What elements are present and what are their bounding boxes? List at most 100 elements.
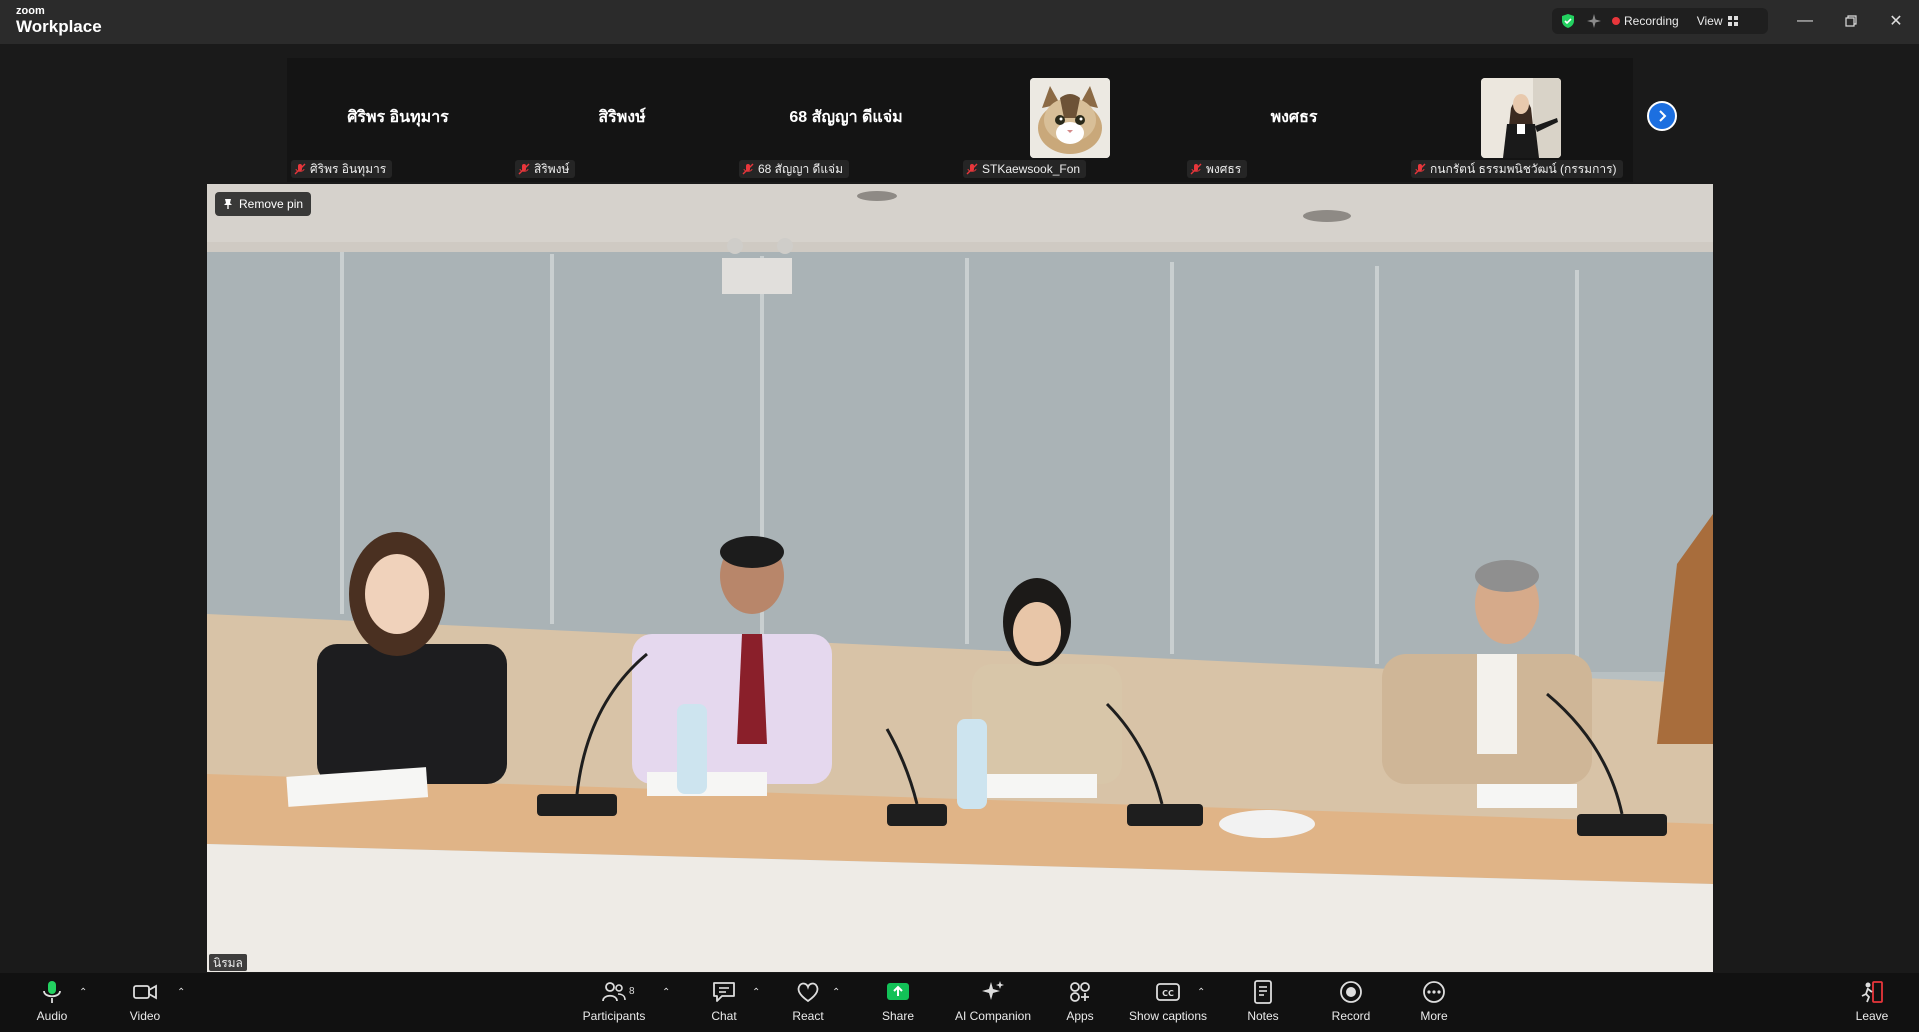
- remove-pin-button[interactable]: Remove pin: [215, 192, 312, 216]
- participant-label-text: 68 สัญญา ดีแจ่ม: [758, 161, 843, 176]
- chevron-right-icon: [1659, 110, 1667, 122]
- svg-text:CC: CC: [1162, 989, 1174, 998]
- audio-label: Audio: [36, 1009, 68, 1023]
- participant-avatar-photo: [1481, 78, 1561, 158]
- chat-icon: [713, 982, 735, 1002]
- zoom-logo: zoom Workplace: [16, 5, 102, 36]
- remove-pin-label: Remove pin: [239, 197, 304, 211]
- participant-label: STKaewsook_Fon: [963, 160, 1087, 178]
- participant-center-name: 68 สัญญา ดีแจ่ม: [789, 109, 903, 126]
- participant-tile[interactable]: 68 สัญญา ดีแจ่ม 68 สัญญา ดีแจ่ม: [735, 58, 957, 182]
- audio-options-caret-icon[interactable]: ⌃: [79, 987, 87, 998]
- participant-label: สิริพงษ์: [515, 160, 576, 178]
- react-options-caret-icon[interactable]: ⌃: [832, 987, 840, 998]
- participant-label-text: สิริพงษ์: [534, 161, 570, 176]
- participant-label-text: ศิริพร อินทุมาร: [310, 161, 387, 176]
- apps-icon: [1070, 982, 1090, 1002]
- captions-icon: CC: [1156, 983, 1180, 1001]
- ai-companion-button[interactable]: AI Companion: [953, 979, 1033, 1029]
- react-label: React: [792, 1009, 824, 1023]
- brand-small: zoom: [16, 5, 45, 17]
- notes-button[interactable]: Notes: [1246, 979, 1280, 1029]
- participant-label-text: พงศธร: [1206, 161, 1242, 176]
- next-page-button[interactable]: [1647, 101, 1677, 131]
- video-options-caret-icon[interactable]: ⌃: [177, 987, 185, 998]
- mic-muted-icon: [966, 163, 978, 175]
- apps-label: Apps: [1066, 1009, 1094, 1023]
- record-label: Record: [1331, 1009, 1371, 1023]
- participant-tile[interactable]: สิริพงษ์ สิริพงษ์: [511, 58, 733, 182]
- ai-companion-label: AI Companion: [954, 1009, 1032, 1023]
- participants-options-caret-icon[interactable]: ⌃: [662, 987, 670, 998]
- participant-label: กนกรัตน์ ธรรมพนิชวัฒน์ (กรรมการ): [1411, 160, 1623, 178]
- meeting-status-pill: Recording View: [1552, 8, 1768, 34]
- participants-icon: [602, 982, 626, 1002]
- video-camera-icon: [133, 984, 157, 1000]
- view-button[interactable]: View: [1697, 14, 1739, 28]
- video-label: Video: [129, 1009, 161, 1023]
- participant-label: ศิริพร อินทุมาร: [291, 160, 393, 178]
- video-button[interactable]: Video: [124, 979, 166, 1029]
- participant-center-name: ศิริพร อินทุมาร: [347, 109, 449, 126]
- leave-icon: [1861, 981, 1883, 1003]
- chat-options-caret-icon[interactable]: ⌃: [752, 987, 760, 998]
- pinned-video[interactable]: [207, 184, 1713, 972]
- participant-center-name: พงศธร: [1270, 109, 1318, 126]
- react-button[interactable]: React: [790, 979, 826, 1029]
- participants-button[interactable]: Participants: [578, 979, 650, 1029]
- chat-button[interactable]: Chat: [708, 979, 740, 1029]
- apps-button[interactable]: Apps: [1066, 979, 1094, 1029]
- speaker-name-label: นิรมล: [209, 954, 247, 971]
- microphone-icon: [43, 981, 61, 1003]
- restore-icon[interactable]: [1837, 10, 1865, 32]
- mic-muted-icon: [1190, 163, 1202, 175]
- share-screen-icon: [887, 983, 909, 1000]
- participants-label: Participants: [582, 1009, 646, 1023]
- more-label: More: [1420, 1009, 1448, 1023]
- recording-indicator[interactable]: Recording: [1612, 14, 1679, 28]
- notes-icon: [1254, 980, 1272, 1004]
- participants-count: 8: [629, 986, 635, 997]
- close-icon[interactable]: ✕: [1882, 10, 1910, 32]
- mic-muted-icon: [294, 163, 306, 175]
- leave-label: Leave: [1855, 1009, 1889, 1023]
- share-label: Share: [881, 1009, 915, 1023]
- heart-icon: [797, 982, 819, 1003]
- participant-label: พงศธร: [1187, 160, 1248, 178]
- shield-icon[interactable]: [1560, 13, 1576, 29]
- record-button[interactable]: Record: [1331, 979, 1371, 1029]
- participant-tile[interactable]: พงศธร พงศธร: [1183, 58, 1405, 182]
- notes-label: Notes: [1247, 1009, 1279, 1023]
- show-captions-label: Show captions: [1128, 1009, 1208, 1023]
- captions-options-caret-icon[interactable]: ⌃: [1197, 987, 1205, 998]
- more-icon: [1423, 981, 1445, 1003]
- grid-icon: [1727, 16, 1738, 26]
- minimize-icon[interactable]: —: [1791, 10, 1819, 32]
- meeting-room-scene: [207, 184, 1713, 972]
- participant-avatar-cat: [1030, 78, 1110, 158]
- participant-label: 68 สัญญา ดีแจ่ม: [739, 160, 849, 178]
- leave-button[interactable]: Leave: [1856, 979, 1888, 1029]
- participant-label-text: STKaewsook_Fon: [982, 162, 1081, 176]
- title-bar: zoom Workplace Recording View — ✕: [0, 0, 1919, 44]
- participant-center-name: สิริพงษ์: [598, 109, 646, 126]
- participant-tile[interactable]: STKaewsook_Fon: [959, 58, 1181, 182]
- mic-muted-icon: [742, 163, 754, 175]
- pin-icon: [224, 199, 232, 209]
- record-icon: [1340, 981, 1362, 1003]
- participant-strip: ศิริพร อินทุมาร ศิริพร อินทุมาร สิริพงษ์…: [287, 58, 1633, 182]
- sparkle-icon[interactable]: [1586, 13, 1602, 29]
- audio-button[interactable]: Audio: [34, 979, 70, 1029]
- view-label: View: [1696, 14, 1723, 28]
- brand-big: Workplace: [16, 17, 102, 36]
- ai-sparkle-icon: [982, 981, 1004, 1000]
- more-button[interactable]: More: [1418, 979, 1450, 1029]
- participant-tile[interactable]: กนกรัตน์ ธรรมพนิชวัฒน์ (กรรมการ): [1407, 58, 1629, 182]
- share-button[interactable]: Share: [881, 979, 915, 1029]
- meeting-toolbar: Audio ⌃ Video ⌃ Participants 8 ⌃ Chat ⌃ …: [0, 973, 1919, 1032]
- participant-tile[interactable]: ศิริพร อินทุมาร ศิริพร อินทุมาร: [287, 58, 509, 182]
- recording-dot-icon: [1612, 17, 1620, 25]
- mic-muted-icon: [518, 163, 530, 175]
- chat-label: Chat: [711, 1009, 737, 1023]
- recording-label: Recording: [1624, 14, 1679, 28]
